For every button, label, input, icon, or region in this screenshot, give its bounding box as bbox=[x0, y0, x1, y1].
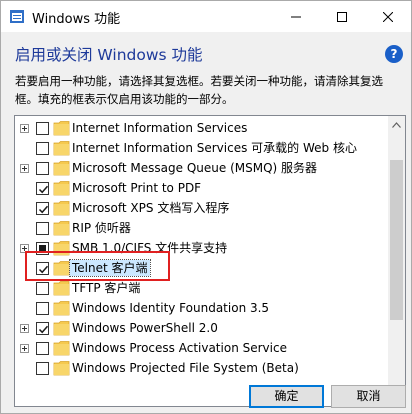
title-bar: Windows 功能 bbox=[1, 1, 411, 32]
folder-icon bbox=[53, 361, 70, 376]
window-title: Windows 功能 bbox=[32, 12, 121, 27]
feature-checkbox[interactable] bbox=[36, 362, 49, 375]
feature-row[interactable]: Windows Process Activation Service bbox=[15, 338, 391, 358]
help-icon[interactable]: ? bbox=[385, 45, 403, 63]
folder-icon bbox=[53, 281, 70, 296]
expand-icon[interactable] bbox=[20, 164, 29, 173]
feature-row[interactable]: Internet Information Services 可承载的 Web 核… bbox=[15, 138, 391, 158]
feature-label: Windows PowerShell 2.0 bbox=[72, 321, 218, 335]
maximize-button[interactable] bbox=[319, 1, 365, 32]
maximize-icon bbox=[337, 11, 347, 22]
feature-label: Windows Identity Foundation 3.5 bbox=[72, 301, 270, 315]
feature-label: Windows Process Activation Service bbox=[72, 341, 287, 355]
expand-icon[interactable] bbox=[20, 344, 29, 353]
folder-icon bbox=[53, 121, 70, 136]
feature-label: TFTP 客户端 bbox=[72, 281, 141, 295]
vertical-scrollbar[interactable] bbox=[388, 116, 405, 406]
expand-icon[interactable] bbox=[20, 324, 29, 333]
page-heading: 启用或关闭 Windows 功能 bbox=[15, 46, 203, 64]
dialog-content: 启用或关闭 Windows 功能 ? 若要启用一种功能，请选择其复选框。若要关闭… bbox=[1, 32, 411, 413]
scroll-thumb[interactable] bbox=[390, 160, 403, 320]
close-button[interactable] bbox=[365, 1, 411, 32]
windows-features-icon bbox=[10, 10, 24, 23]
feature-row[interactable]: TFTP 客户端 bbox=[15, 278, 391, 298]
expand-icon[interactable] bbox=[20, 124, 29, 133]
feature-checkbox[interactable] bbox=[36, 162, 49, 175]
feature-label: Microsoft Print to PDF bbox=[72, 181, 202, 195]
feature-checkbox[interactable] bbox=[36, 322, 49, 335]
feature-checkbox[interactable] bbox=[36, 122, 49, 135]
feature-row[interactable]: Windows PowerShell 2.0 bbox=[15, 318, 391, 338]
folder-icon bbox=[53, 201, 70, 216]
feature-row[interactable]: Microsoft XPS 文档写入程序 bbox=[15, 198, 391, 218]
feature-label: Internet Information Services 可承载的 Web 核… bbox=[72, 141, 357, 155]
feature-label: Microsoft Message Queue (MSMQ) 服务器 bbox=[72, 161, 318, 175]
feature-row[interactable]: Windows Identity Foundation 3.5 bbox=[15, 298, 391, 318]
close-icon bbox=[383, 11, 393, 22]
folder-icon bbox=[53, 181, 70, 196]
feature-checkbox[interactable] bbox=[36, 342, 49, 355]
annotation-highlight-box bbox=[25, 251, 170, 281]
feature-row[interactable]: Microsoft Print to PDF bbox=[15, 178, 391, 198]
feature-label: Windows Projected File System (Beta) bbox=[72, 361, 299, 375]
feature-row[interactable]: Microsoft Message Queue (MSMQ) 服务器 bbox=[15, 158, 391, 178]
checkmark-icon bbox=[38, 205, 49, 214]
feature-checkbox[interactable] bbox=[36, 182, 49, 195]
feature-checkbox[interactable] bbox=[36, 282, 49, 295]
feature-row[interactable]: RIP 侦听器 bbox=[15, 218, 391, 238]
feature-label: Internet Information Services bbox=[72, 121, 248, 135]
folder-icon bbox=[53, 141, 70, 156]
feature-row[interactable]: Windows Projected File System (Beta) bbox=[15, 358, 391, 378]
feature-checkbox[interactable] bbox=[36, 142, 49, 155]
folder-icon bbox=[53, 221, 70, 236]
feature-checkbox[interactable] bbox=[36, 202, 49, 215]
feature-row[interactable]: Internet Information Services bbox=[15, 118, 391, 138]
scroll-up-button[interactable] bbox=[388, 116, 405, 133]
chevron-up-icon bbox=[392, 121, 401, 128]
feature-checkbox[interactable] bbox=[36, 222, 49, 235]
folder-icon bbox=[53, 301, 70, 316]
feature-checkbox[interactable] bbox=[36, 302, 49, 315]
windows-features-dialog: Windows 功能 启用或关闭 Windows 功能 ? 若要启用一种功能，请… bbox=[0, 0, 412, 414]
instructions-text: 若要启用一种功能，请选择其复选框。若要关闭一种功能，请清除其复选框。填充的框表示… bbox=[15, 74, 383, 106]
folder-icon bbox=[53, 321, 70, 336]
ok-button[interactable]: 确定 bbox=[249, 385, 324, 408]
checkmark-icon bbox=[38, 185, 49, 194]
folder-icon bbox=[53, 161, 70, 176]
feature-label: Microsoft XPS 文档写入程序 bbox=[72, 201, 230, 215]
minimize-icon bbox=[291, 16, 301, 17]
checkmark-icon bbox=[38, 325, 49, 334]
minimize-button[interactable] bbox=[273, 1, 319, 32]
folder-icon bbox=[53, 341, 70, 356]
feature-label: RIP 侦听器 bbox=[72, 221, 131, 235]
cancel-button[interactable]: 取消 bbox=[331, 385, 406, 408]
